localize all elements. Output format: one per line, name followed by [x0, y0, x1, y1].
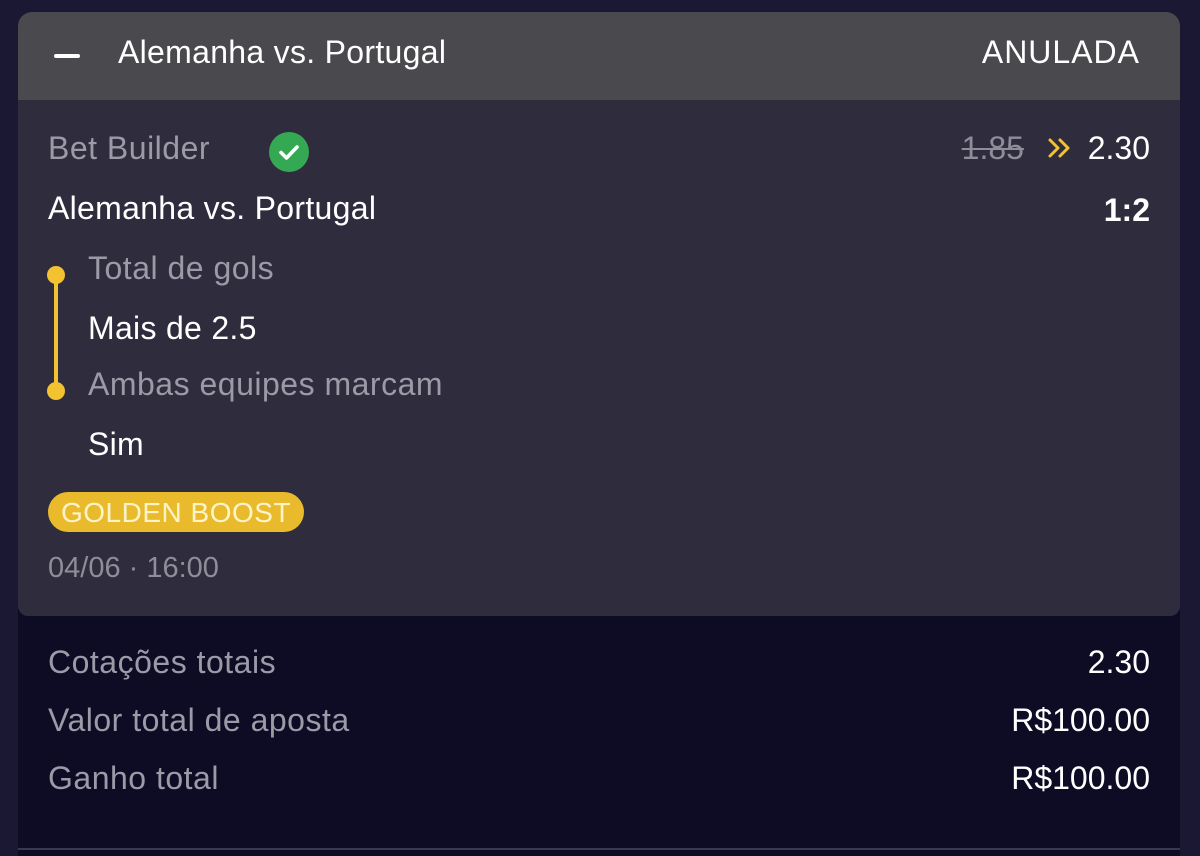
summary-value: R$100.00	[1011, 702, 1150, 738]
summary-label: Valor total de aposta	[48, 702, 350, 738]
leg-market: Ambas equipes marcam	[88, 366, 444, 402]
event-datetime: 04/06 · 16:00	[48, 552, 219, 584]
summary-winnings: Ganho total R$100.00	[48, 760, 1150, 804]
leg-dot	[47, 382, 65, 400]
summary-value: 2.30	[1087, 644, 1150, 680]
odds-display: 1.85 2.30	[962, 130, 1150, 170]
leg-dot	[47, 266, 65, 284]
bet-header[interactable]: Alemanha vs. Portugal ANULADA	[18, 12, 1180, 100]
legs-timeline	[54, 276, 58, 390]
bet-header-title: Alemanha vs. Portugal	[118, 34, 447, 70]
summary-label: Cotações totais	[48, 644, 277, 680]
divider	[18, 848, 1180, 850]
match-score: 1:2	[1103, 192, 1150, 228]
leg-pick: Mais de 2.5	[88, 310, 257, 346]
summary-label: Ganho total	[48, 760, 219, 796]
bet-slip-card: Alemanha vs. Portugal ANULADA Bet Builde…	[18, 12, 1180, 856]
leg-pick: Sim	[88, 426, 145, 462]
boosted-odds: 2.30	[1087, 130, 1150, 166]
bet-type-label: Bet Builder	[48, 130, 211, 166]
summary-stake: Valor total de aposta R$100.00	[48, 702, 1150, 746]
selection-card: Bet Builder 1.85 2.30 Alemanha vs. Portu…	[18, 100, 1180, 616]
double-chevron-right-icon	[1047, 132, 1073, 169]
match-name: Alemanha vs. Portugal	[48, 190, 377, 226]
bet-status: ANULADA	[981, 34, 1140, 70]
leg-market: Total de gols	[88, 250, 275, 286]
summary-value: R$100.00	[1011, 760, 1150, 796]
golden-boost-badge: GOLDEN BOOST	[48, 492, 305, 532]
check-circle-icon	[269, 132, 309, 172]
original-odds: 1.85	[961, 130, 1024, 166]
minus-icon[interactable]	[54, 54, 80, 58]
summary-total-odds: Cotações totais 2.30	[48, 644, 1150, 688]
